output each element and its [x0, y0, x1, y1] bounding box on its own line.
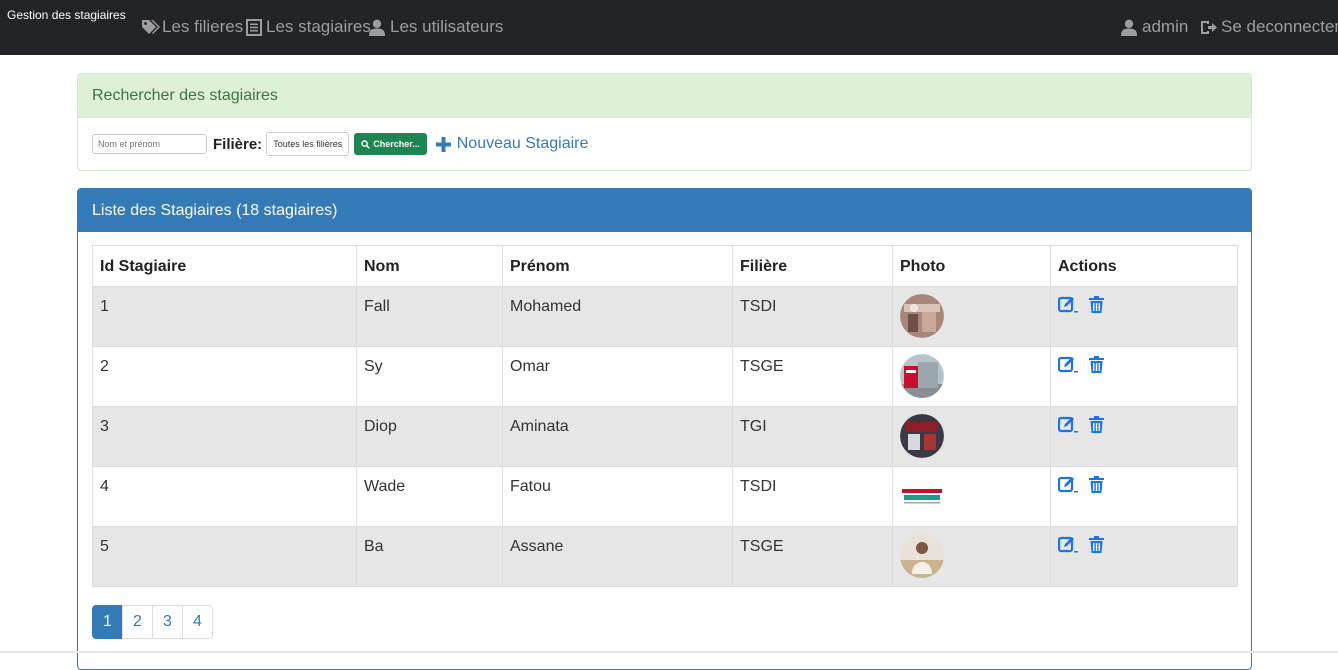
cell-photo [892, 346, 1051, 407]
search-button[interactable]: Chercher... [354, 133, 427, 155]
cell-id: 5 [92, 526, 357, 587]
edit-icon[interactable] [1058, 416, 1079, 433]
page-link-1[interactable]: 1 [92, 605, 123, 639]
table-row: 1 Fall Mohamed TSDI [92, 286, 1238, 347]
col-header-actions: Actions [1050, 245, 1238, 287]
cell-actions [1050, 526, 1238, 587]
new-stagiaire-link[interactable]: Nouveau Stagiaire [435, 135, 589, 153]
cell-actions [1050, 406, 1238, 467]
nav-admin-label: admin [1142, 17, 1189, 36]
nav-utilisateurs[interactable]: Les utilisateurs [369, 16, 503, 38]
nav-utilisateurs-label: Les utilisateurs [390, 17, 504, 36]
list-alt-icon [246, 18, 262, 36]
table-row: 4 Wade Fatou TSDI [92, 466, 1238, 527]
cell-nom: Sy [356, 346, 503, 407]
cell-nom: Diop [356, 406, 503, 467]
plus-icon [435, 136, 451, 152]
nav-filieres-label: Les filieres [162, 17, 244, 36]
page-link-2[interactable]: 2 [122, 605, 153, 639]
page-link-4[interactable]: 4 [182, 605, 213, 639]
trash-icon[interactable] [1089, 416, 1104, 433]
filiere-select-value: Toutes les filières [273, 139, 343, 149]
pagination: 1 2 3 4 [92, 605, 213, 639]
col-header-prenom: Prénom [502, 245, 733, 287]
stagiaire-photo[interactable] [900, 354, 944, 398]
app-brand[interactable]: Gestion des stagiaires [7, 8, 126, 22]
user-icon [1121, 19, 1137, 36]
col-header-photo: Photo [892, 245, 1051, 287]
col-header-id: Id Stagiaire [92, 245, 357, 287]
nav-admin[interactable]: admin [1121, 16, 1188, 38]
cell-filiere: TSDI [732, 466, 893, 527]
log-out-icon [1201, 20, 1217, 34]
cell-filiere: TGI [732, 406, 893, 467]
cell-photo [892, 406, 1051, 467]
search-form: Filière: Toutes les filières Chercher...… [92, 132, 588, 156]
cell-id: 1 [92, 286, 357, 347]
list-panel-heading: Liste des Stagiaires (18 stagiaires) [78, 189, 1251, 232]
cell-prenom: Fatou [502, 466, 733, 527]
cell-filiere: TSGE [732, 526, 893, 587]
new-stagiaire-label: Nouveau Stagiaire [456, 135, 589, 152]
table-header-row: Id Stagiaire Nom Prénom Filière Photo Ac… [92, 245, 1238, 287]
stagiaire-photo-logo[interactable] [900, 474, 944, 518]
cell-photo [892, 526, 1051, 587]
user-icon [369, 19, 385, 36]
cell-filiere: TSDI [732, 286, 893, 347]
cell-id: 3 [92, 406, 357, 467]
cell-prenom: Omar [502, 346, 733, 407]
cell-prenom: Assane [502, 526, 733, 587]
page-link-3[interactable]: 3 [152, 605, 183, 639]
cell-nom: Ba [356, 526, 503, 587]
nav-logout-label: Se deconnecter [1221, 17, 1338, 36]
cell-nom: Wade [356, 466, 503, 527]
trash-icon[interactable] [1089, 536, 1104, 553]
trash-icon[interactable] [1089, 296, 1104, 313]
col-header-nom: Nom [356, 245, 503, 287]
name-search-input[interactable] [92, 134, 207, 154]
cell-prenom: Aminata [502, 406, 733, 467]
nav-stagiaires-label: Les stagiaires [266, 17, 371, 36]
cell-actions [1050, 286, 1238, 347]
filiere-select[interactable]: Toutes les filières [266, 132, 350, 156]
stagiaire-photo[interactable] [900, 534, 944, 578]
cell-nom: Fall [356, 286, 503, 347]
stagiaire-photo[interactable] [900, 294, 944, 338]
tags-icon [142, 19, 160, 34]
cell-filiere: TSGE [732, 346, 893, 407]
trash-icon[interactable] [1089, 356, 1104, 373]
cell-id: 2 [92, 346, 357, 407]
search-button-label: Chercher... [373, 139, 420, 149]
cell-id: 4 [92, 466, 357, 527]
edit-icon[interactable] [1058, 296, 1079, 313]
table-row: 2 Sy Omar TSGE [92, 346, 1238, 407]
nav-filieres[interactable]: Les filieres [141, 16, 243, 38]
stagiaire-photo[interactable] [900, 414, 944, 458]
table-row: 5 Ba Assane TSGE [92, 526, 1238, 587]
list-panel: Liste des Stagiaires (18 stagiaires) Id … [77, 188, 1252, 670]
stagiaires-table: Id Stagiaire Nom Prénom Filière Photo Ac… [92, 245, 1238, 587]
nav-stagiaires[interactable]: Les stagiaires [246, 16, 371, 38]
filiere-label: Filière: [213, 135, 263, 153]
cell-actions [1050, 466, 1238, 527]
top-navbar: Gestion des stagiaires Les filieres Les … [0, 0, 1338, 55]
table-row: 3 Diop Aminata TGI [92, 406, 1238, 467]
cell-prenom: Mohamed [502, 286, 733, 347]
edit-icon[interactable] [1058, 356, 1079, 373]
search-icon [361, 139, 371, 149]
search-panel-heading: Rechercher des stagiaires [78, 74, 1251, 118]
nav-logout[interactable]: Se deconnecter [1200, 16, 1338, 38]
cell-actions [1050, 346, 1238, 407]
search-panel: Rechercher des stagiaires Filière: Toute… [77, 73, 1252, 171]
cell-photo [892, 286, 1051, 347]
cell-photo [892, 466, 1051, 527]
col-header-filiere: Filière [732, 245, 893, 287]
edit-icon[interactable] [1058, 536, 1079, 553]
edit-icon[interactable] [1058, 476, 1079, 493]
trash-icon[interactable] [1089, 476, 1104, 493]
